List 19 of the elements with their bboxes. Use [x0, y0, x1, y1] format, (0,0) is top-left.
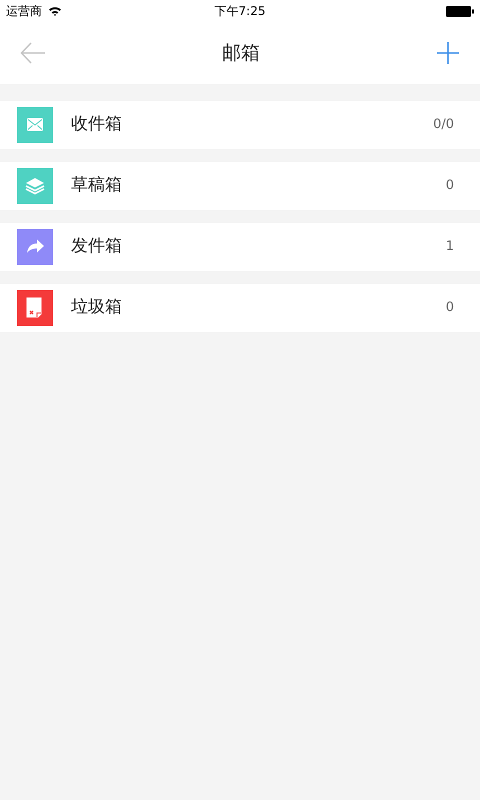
message-count: 0: [446, 299, 454, 318]
battery-icon: [446, 6, 474, 16]
folder-name: 草稿箱: [71, 174, 123, 198]
clock-time: 下午7:25: [214, 3, 266, 20]
folder-row[interactable]: 收件箱 0/0: [0, 101, 480, 149]
folder-name: 收件箱: [71, 113, 123, 136]
folder-name: 垃圾箱: [71, 296, 123, 320]
folder-name: 发件箱: [71, 235, 123, 258]
page-title: 邮箱: [222, 40, 260, 66]
folder-row[interactable]: 发件箱 1: [0, 223, 480, 271]
plus-icon[interactable]: [436, 41, 460, 65]
folder-row[interactable]: 垃圾箱 0: [0, 284, 480, 332]
folder-row[interactable]: 草稿箱 0: [0, 162, 480, 210]
wifi-icon: [48, 6, 62, 16]
back-arrow-icon[interactable]: [20, 42, 46, 64]
carrier-name: 运营商: [6, 3, 42, 20]
message-count: 1: [446, 238, 454, 256]
message-count: 0: [446, 177, 454, 196]
message-count: 0/0: [433, 116, 454, 134]
